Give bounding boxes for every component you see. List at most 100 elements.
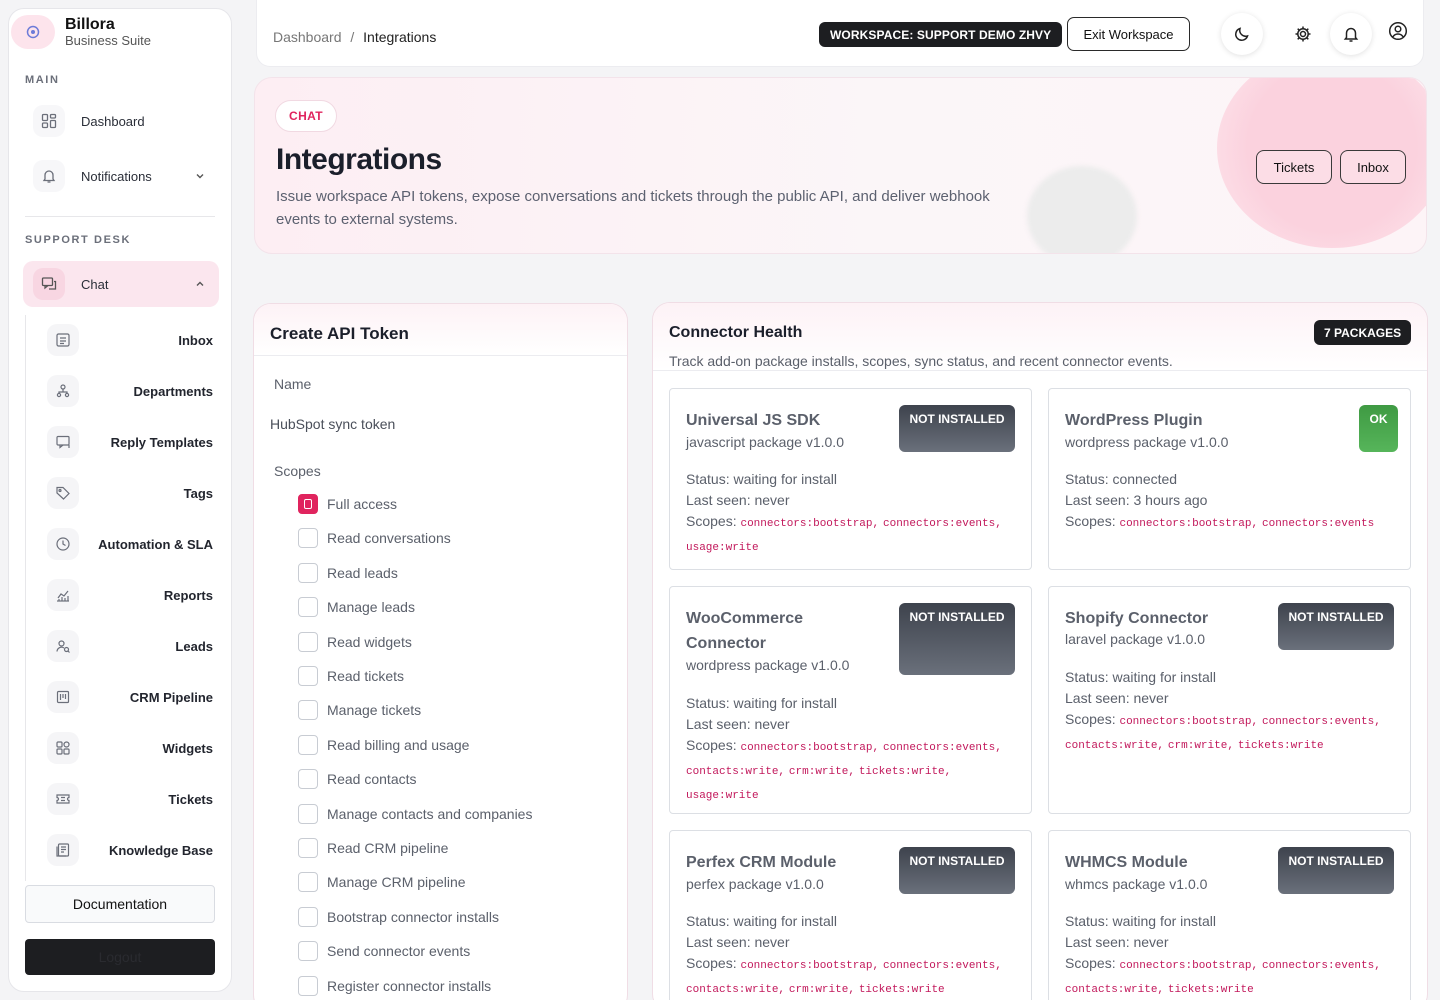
package-card[interactable]: Perfex CRM Module perfex package v1.0.0 NO… (669, 830, 1032, 1000)
scopes-prefix: Scopes: (686, 955, 737, 971)
scope-option[interactable]: Full access (298, 494, 397, 514)
sidebar-item-tags[interactable]: Tags (47, 474, 213, 512)
package-name: WooCommerce Connector (686, 610, 804, 652)
sidebar-item-automation-sla[interactable]: Automation & SLA (47, 525, 213, 563)
scope-option[interactable]: Bootstrap connector installs (298, 906, 499, 927)
name-input[interactable]: HubSpot sync token (270, 416, 395, 432)
sidebar-item-leads[interactable]: Leads (47, 627, 213, 665)
account-button[interactable] (1383, 16, 1413, 46)
scope-option[interactable]: Read billing and usage (298, 734, 470, 755)
sidebar-item-inbox[interactable]: Inbox (47, 321, 213, 359)
sidebar-item-label: Notifications (81, 168, 152, 184)
scope-option[interactable]: Read widgets (298, 631, 412, 652)
user-circle-icon (1388, 21, 1408, 41)
status-badge: NOT INSTALLED (899, 847, 1015, 894)
scope-checkbox[interactable] (298, 597, 318, 618)
scope-option[interactable]: Read contacts (298, 769, 417, 790)
scope-option[interactable]: Manage leads (298, 597, 415, 618)
scope-label: Full access (327, 496, 398, 512)
sidebar-item-reports[interactable]: Reports (47, 576, 213, 614)
inbox-button[interactable]: Inbox (1340, 150, 1406, 184)
scope-option[interactable]: Manage contacts and companies (298, 803, 532, 824)
sidebar-item-knowledge-base[interactable]: Knowledge Base (47, 831, 213, 869)
sidebar-item-label: Chat (81, 276, 109, 292)
scope-checkbox[interactable] (298, 734, 318, 755)
sidebar-item-widgets[interactable]: Widgets (47, 729, 213, 767)
package-name: Universal JS SDK (686, 412, 821, 429)
scope-checkbox[interactable] (298, 631, 318, 652)
package-card[interactable]: Universal JS SDK javascript package v1.0.… (669, 388, 1032, 570)
sidebar-item-label: Leads (175, 638, 213, 654)
scope-checkbox[interactable] (298, 562, 318, 583)
scope-checkbox[interactable] (298, 769, 318, 790)
scope-checkbox[interactable] (298, 803, 318, 824)
scope-checkbox[interactable] (298, 975, 318, 996)
tickets-button[interactable]: Tickets (1256, 150, 1332, 184)
documentation-button[interactable]: Documentation (25, 885, 215, 923)
scope-option[interactable]: Read tickets (298, 666, 404, 686)
scope-code: connectors:events (1262, 518, 1375, 530)
breadcrumb-dashboard-link[interactable]: Dashboard (273, 29, 342, 45)
package-last-seen: Last seen: 3 hours ago (1065, 492, 1208, 508)
scope-label: Read billing and usage (327, 736, 470, 753)
scope-checkbox[interactable] (298, 872, 318, 893)
inbox-icon (47, 324, 79, 356)
package-meta: wordpress package v1.0.0 (1065, 434, 1229, 450)
scope-label: Read contacts (327, 771, 417, 788)
sidebar-item-notifications[interactable]: Notifications (23, 155, 219, 197)
scope-checkbox[interactable] (298, 494, 318, 514)
brand[interactable]: Billora Business Suite (11, 11, 229, 53)
scope-label: Manage CRM pipeline (327, 874, 466, 891)
scope-checkbox[interactable] (298, 838, 318, 858)
notifications-button[interactable] (1330, 13, 1372, 55)
package-status: Status: waiting for install (1065, 669, 1216, 685)
chevron-down-icon[interactable] (193, 170, 207, 182)
scope-checkbox[interactable] (298, 906, 318, 927)
sidebar-item-tickets[interactable]: Tickets (47, 780, 213, 818)
sidebar-item-departments[interactable]: Departments (47, 372, 213, 410)
sidebar-item-chat[interactable]: Chat (23, 261, 219, 307)
package-card[interactable]: WooCommerce Connector wordpress package v… (669, 586, 1032, 814)
checkbox-mark-icon (304, 499, 312, 509)
settings-button[interactable] (1287, 18, 1319, 50)
sidebar-item-dashboard[interactable]: Dashboard (23, 100, 219, 142)
package-meta: wordpress package v1.0.0 (686, 657, 850, 673)
package-scopes: Scopes: connectors:bootstrap, connectors… (1065, 709, 1400, 757)
scope-code: connectors:events, (883, 960, 1002, 972)
scope-option[interactable]: Read leads (298, 562, 398, 583)
scope-code: connectors:events, (1262, 716, 1381, 728)
scope-checkbox[interactable] (298, 941, 318, 962)
name-label: Name (274, 376, 312, 392)
sidebar-item-crm-pipeline[interactable]: CRM Pipeline (47, 678, 213, 716)
scope-checkbox[interactable] (298, 700, 318, 721)
pipeline-icon (47, 681, 79, 713)
scope-option[interactable]: Read conversations (298, 528, 451, 549)
section-main-label: MAIN (25, 74, 60, 86)
scope-option[interactable]: Manage CRM pipeline (298, 872, 466, 893)
package-name: Shopify Connector (1065, 610, 1209, 627)
package-scopes: Scopes: connectors:bootstrap, connectors… (686, 511, 1021, 559)
package-status-block: Status: waiting for install Last seen: ne… (1065, 911, 1400, 1000)
logout-button[interactable]: Logout (25, 939, 215, 975)
package-card[interactable]: WHMCS Module whmcs package v1.0.0 NOT INST… (1048, 830, 1411, 1000)
scope-checkbox[interactable] (298, 666, 318, 686)
theme-toggle-button[interactable] (1221, 13, 1263, 55)
scope-code: tickets:write (1237, 740, 1324, 752)
scope-code: connectors:bootstrap, (740, 742, 880, 754)
scope-code: contacts:write, (1065, 984, 1165, 996)
dashboard-icon (33, 105, 65, 137)
package-card[interactable]: WordPress Plugin wordpress package v1.0.0… (1048, 388, 1411, 570)
chevron-up-icon[interactable] (193, 278, 207, 290)
scope-label: Register connector installs (327, 977, 492, 994)
scope-option[interactable]: Read CRM pipeline (298, 838, 448, 858)
scope-option[interactable]: Register connector installs (298, 975, 492, 996)
scope-option[interactable]: Manage tickets (298, 700, 421, 721)
scope-label: Read conversations (327, 530, 451, 547)
exit-workspace-button[interactable]: Exit Workspace (1067, 17, 1190, 51)
package-card[interactable]: Shopify Connector laravel package v1.0.0 N… (1048, 586, 1411, 814)
scope-option[interactable]: Send connector events (298, 941, 470, 962)
scope-checkbox[interactable] (298, 528, 318, 549)
package-status: Status: connected (1065, 471, 1178, 487)
sidebar-item-reply-templates[interactable]: Reply Templates (47, 423, 213, 461)
sidebar-item-label: Widgets (162, 740, 213, 756)
